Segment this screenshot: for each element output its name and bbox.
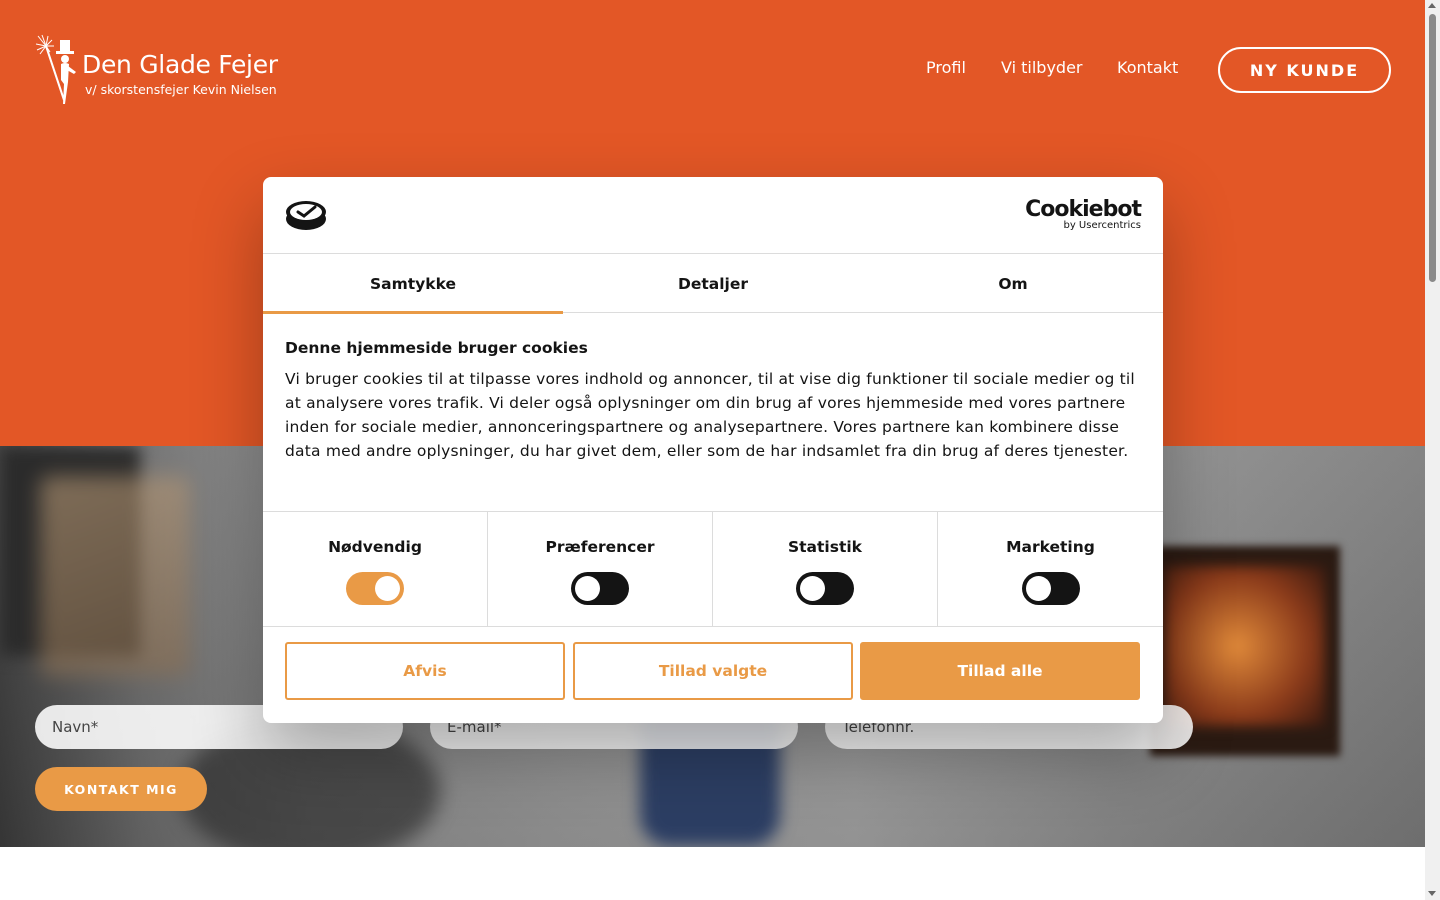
nav-vi-tilbyder[interactable]: Vi tilbyder xyxy=(1001,58,1083,77)
logo-title: Den Glade Fejer xyxy=(82,50,278,79)
cookiebot-logo-icon xyxy=(286,201,326,230)
category-statistik: Statistik xyxy=(713,512,938,627)
statistik-toggle[interactable] xyxy=(796,572,854,605)
tab-detaljer[interactable]: Detaljer xyxy=(563,254,863,313)
scroll-thumb[interactable] xyxy=(1429,14,1436,282)
scroll-up-arrow-icon[interactable] xyxy=(1428,3,1436,8)
dialog-title: Denne hjemmeside bruger cookies xyxy=(285,339,588,357)
logo-subtitle: v/ skorstensfejer Kevin Nielsen xyxy=(85,82,277,97)
nodvendig-toggle[interactable] xyxy=(346,572,404,605)
praeferencer-toggle[interactable] xyxy=(571,572,629,605)
dialog-description: Vi bruger cookies til at tilpasse vores … xyxy=(285,370,1135,460)
new-customer-button[interactable]: NY KUNDE xyxy=(1218,47,1391,93)
tab-samtykke[interactable]: Samtykke xyxy=(263,254,563,314)
scroll-down-arrow-icon[interactable] xyxy=(1428,891,1436,896)
allow-all-button[interactable]: Tillad alle xyxy=(860,642,1140,700)
toggle-knob xyxy=(1025,576,1051,601)
cookie-consent-dialog: Cookiebot by Usercentrics Samtykke Detal… xyxy=(263,177,1163,723)
category-label: Statistik xyxy=(787,538,862,556)
category-nodvendig: Nødvendig xyxy=(263,512,488,627)
photo-chair xyxy=(40,476,190,676)
cookiebot-brand-name: Cookiebot xyxy=(1025,197,1142,222)
toggle-knob xyxy=(800,576,825,601)
cookie-category-toggles: Nødvendig Præferencer Statistik Marketin… xyxy=(263,511,1163,627)
category-label: Præferencer xyxy=(545,538,655,556)
cookiebot-brand[interactable]: Cookiebot by Usercentrics xyxy=(1025,197,1142,232)
category-label: Nødvendig xyxy=(328,538,422,556)
chimney-sweep-icon xyxy=(35,34,76,104)
marketing-toggle[interactable] xyxy=(1021,572,1080,605)
dialog-header: Cookiebot by Usercentrics xyxy=(263,177,1163,254)
nav-kontakt[interactable]: Kontakt xyxy=(1117,58,1178,77)
category-label: Marketing xyxy=(1006,538,1095,556)
category-praeferencer: Præferencer xyxy=(488,512,713,627)
site-logo[interactable]: Den Glade Fejer v/ skorstensfejer Kevin … xyxy=(34,34,294,106)
toggle-knob xyxy=(375,576,400,601)
photo-fire xyxy=(1165,566,1325,726)
reject-button[interactable]: Afvis xyxy=(285,642,565,700)
nav-profil[interactable]: Profil xyxy=(926,58,966,77)
toggle-knob xyxy=(575,576,600,601)
tab-om[interactable]: Om xyxy=(863,254,1163,313)
dialog-tabs: Samtykke Detaljer Om xyxy=(263,254,1163,314)
contact-me-button[interactable]: KONTAKT MIG xyxy=(35,767,207,811)
category-marketing: Marketing xyxy=(938,512,1163,627)
page-scrollbar[interactable] xyxy=(1425,0,1440,900)
allow-selected-button[interactable]: Tillad valgte xyxy=(573,642,853,700)
